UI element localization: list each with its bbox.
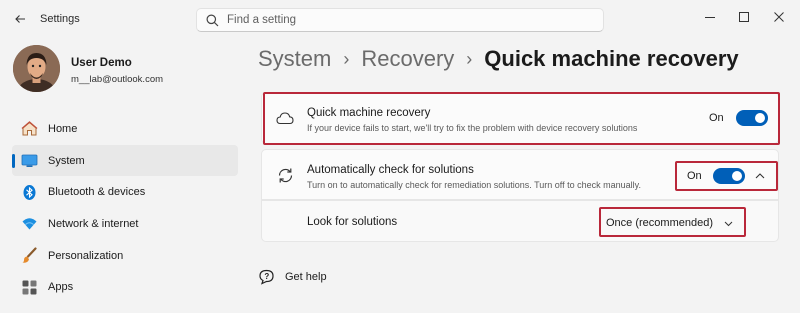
quick-recovery-state-label: On [709, 112, 724, 124]
auto-check-title: Automatically check for solutions [307, 164, 474, 176]
sync-icon [275, 165, 295, 185]
cloud-icon [275, 108, 295, 128]
collapse-button[interactable] [749, 165, 771, 187]
sidebar-item-label: Personalization [48, 249, 124, 262]
get-help-label: Get help [285, 270, 327, 283]
maximize-button[interactable] [731, 6, 757, 28]
sidebar-item-network[interactable]: Network & internet [12, 208, 238, 240]
breadcrumb-recovery[interactable]: Recovery [361, 46, 454, 72]
get-help-link[interactable]: ? Get help [258, 268, 327, 285]
auto-check-card: Automatically check for solutions Turn o… [261, 149, 779, 200]
avatar [13, 45, 60, 92]
system-icon [20, 152, 38, 170]
user-email: m__lab@outlook.com [71, 74, 164, 85]
breadcrumb-system[interactable]: System [258, 46, 331, 72]
chevron-right-icon: › [466, 48, 473, 69]
quick-recovery-toggle[interactable] [736, 110, 768, 126]
close-icon [774, 12, 784, 22]
auto-check-state-label: On [687, 170, 702, 182]
look-for-solutions-label: Look for solutions [307, 216, 398, 228]
sidebar-item-system[interactable]: System [12, 144, 238, 177]
page-title: Quick machine recovery [484, 46, 739, 71]
sidebar-item-home[interactable]: Home [12, 113, 238, 145]
chevron-right-icon: › [343, 48, 350, 69]
sidebar-nav: Home System Bluetooth & devices Network … [12, 113, 238, 303]
apps-icon [20, 278, 38, 296]
maximize-icon [739, 12, 749, 22]
sidebar-item-label: Apps [48, 281, 74, 294]
breadcrumb: System › Recovery › Quick machine recove… [258, 46, 739, 72]
sidebar-item-bluetooth[interactable]: Bluetooth & devices [12, 176, 238, 208]
help-icon: ? [259, 269, 274, 285]
quick-recovery-description: If your device fails to start, we'll try… [307, 123, 638, 133]
chevron-up-icon [755, 173, 765, 179]
home-icon [20, 120, 38, 138]
minimize-icon [705, 17, 715, 18]
search-box[interactable] [196, 8, 604, 32]
brush-icon [20, 247, 38, 265]
back-arrow-icon [15, 15, 25, 23]
quick-recovery-card: Quick machine recovery If your device fa… [261, 92, 779, 144]
sidebar-item-personalization[interactable]: Personalization [12, 240, 238, 272]
sidebar-item-label: Network & internet [48, 217, 139, 230]
dropdown-selected-value: Once (recommended) [606, 217, 713, 229]
back-button[interactable] [9, 8, 31, 30]
quick-recovery-title: Quick machine recovery [307, 107, 431, 119]
svg-text:?: ? [264, 272, 269, 281]
auto-check-description: Turn on to automatically check for remed… [307, 180, 641, 190]
sidebar-item-label: Bluetooth & devices [48, 186, 146, 199]
search-input[interactable] [227, 14, 587, 26]
bluetooth-icon [20, 183, 38, 201]
chevron-down-icon [723, 218, 733, 228]
user-name: User Demo [71, 57, 132, 69]
auto-check-toggle[interactable] [713, 168, 745, 184]
sidebar-item-label: Home [48, 122, 78, 135]
wifi-icon [20, 215, 38, 233]
title-bar: Settings [0, 0, 800, 38]
look-for-solutions-dropdown[interactable]: Once (recommended) [606, 213, 740, 233]
sidebar-item-apps[interactable]: Apps [12, 271, 238, 303]
close-button[interactable] [766, 6, 792, 28]
minimize-button[interactable] [697, 6, 723, 28]
search-icon [205, 13, 219, 27]
sidebar-item-label: System [48, 154, 85, 167]
app-title: Settings [40, 13, 80, 25]
